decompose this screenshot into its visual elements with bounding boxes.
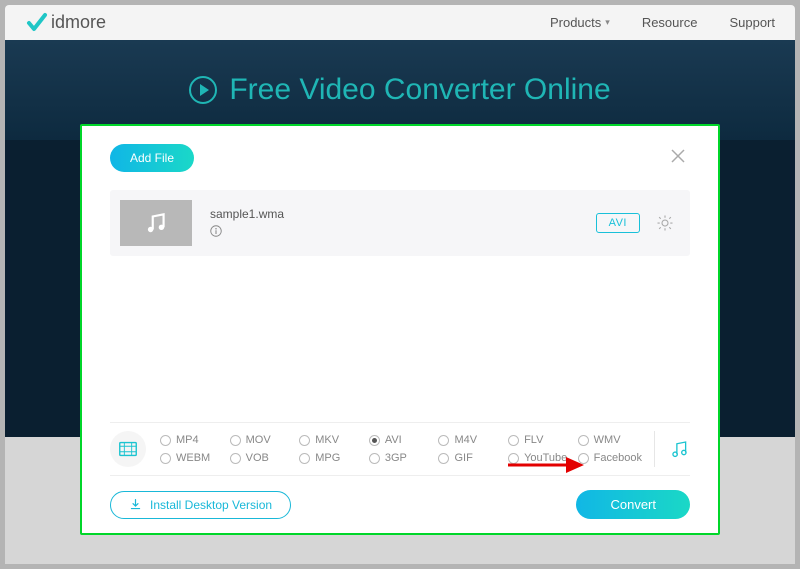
format-options-grid: MP4 MOV MKV AVI M4V FLV WMV WEBM VOB MPG 3GP GIF You… [160,434,642,464]
format-selector-bar: MP4 MOV MKV AVI M4V FLV WMV WEBM VOB MPG 3GP GIF You… [110,422,690,476]
nav-resource[interactable]: Resource [642,15,698,30]
format-option-gif[interactable]: GIF [438,452,502,464]
convert-button[interactable]: Convert [576,490,690,519]
download-icon [129,498,142,511]
file-item: sample1.wma AVI [110,190,690,256]
header-bar: idmore Products ▾ Resource Support [5,5,795,40]
format-option-m4v[interactable]: M4V [438,434,502,446]
format-option-youtube[interactable]: YouTube [508,452,572,464]
output-format-badge[interactable]: AVI [596,213,640,233]
radio-icon [369,435,380,446]
install-desktop-button[interactable]: Install Desktop Version [110,491,291,519]
chevron-down-icon: ▾ [605,17,610,28]
add-file-button[interactable]: Add File [110,144,194,172]
radio-icon [508,453,519,464]
settings-button[interactable] [656,214,674,232]
radio-icon [230,435,241,446]
close-icon [670,148,686,164]
format-option-vob[interactable]: VOB [230,452,294,464]
radio-icon [578,453,589,464]
radio-icon [438,435,449,446]
app-frame: idmore Products ▾ Resource Support Free … [0,0,800,569]
modal-header: Add File [110,144,690,172]
format-option-webm[interactable]: WEBM [160,452,224,464]
brand-text: idmore [51,12,106,33]
format-option-3gp[interactable]: 3GP [369,452,433,464]
radio-icon [299,453,310,464]
radio-icon [230,453,241,464]
format-option-mov[interactable]: MOV [230,434,294,446]
radio-icon [578,435,589,446]
video-formats-icon[interactable] [110,431,146,467]
modal-footer: Install Desktop Version Convert [110,490,690,519]
format-option-mp4[interactable]: MP4 [160,434,224,446]
gear-icon [656,214,674,232]
nav-products[interactable]: Products ▾ [550,15,610,30]
converter-modal: Add File sample1.wma [80,124,720,535]
format-option-facebook[interactable]: Facebook [578,452,642,464]
format-option-flv[interactable]: FLV [508,434,572,446]
radio-icon [160,435,171,446]
hero-title: Free Video Converter Online [189,73,610,107]
file-thumbnail [120,200,192,246]
format-option-mpg[interactable]: MPG [299,452,363,464]
music-note-icon [143,210,169,236]
format-option-mkv[interactable]: MKV [299,434,363,446]
close-button[interactable] [666,147,690,170]
info-icon [210,225,222,237]
brand-logo[interactable]: idmore [25,11,106,35]
radio-icon [299,435,310,446]
file-name: sample1.wma [210,207,284,221]
checkmark-logo-icon [25,11,49,35]
audio-formats-icon[interactable] [654,431,690,467]
nav-support[interactable]: Support [729,15,775,30]
file-meta: sample1.wma [210,207,284,240]
radio-icon [438,453,449,464]
format-option-avi[interactable]: AVI [369,434,433,446]
play-circle-icon [189,76,217,104]
format-option-wmv[interactable]: WMV [578,434,642,446]
radio-icon [369,453,380,464]
info-button[interactable] [210,225,284,240]
radio-icon [160,453,171,464]
radio-icon [508,435,519,446]
